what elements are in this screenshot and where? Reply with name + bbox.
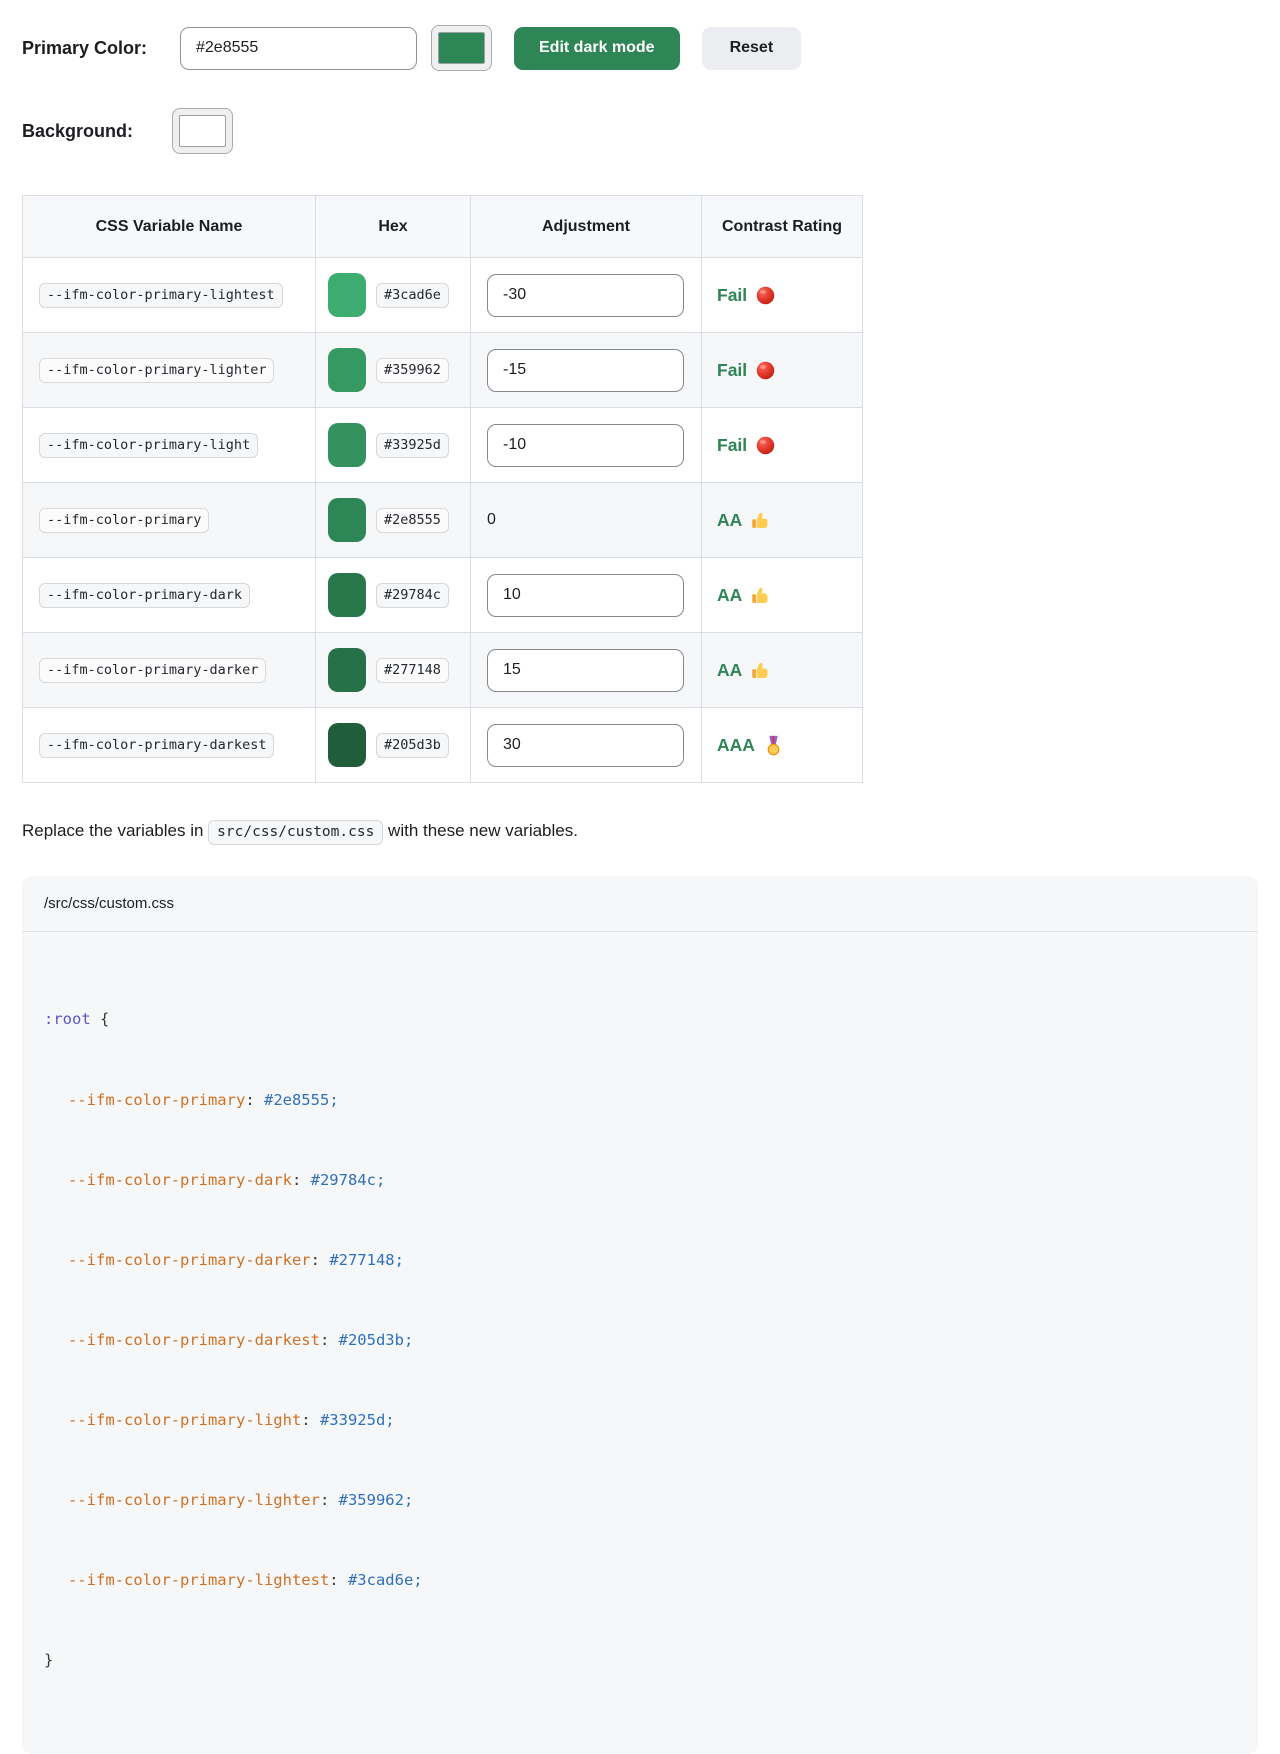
code-line-declaration: --ifm-color-primary-lighter: #359962;	[44, 1487, 1236, 1514]
hex-value-pill: #33925d	[376, 433, 449, 458]
variable-name-pill: --ifm-color-primary-lighter	[39, 358, 274, 383]
adjustment-input[interactable]	[487, 649, 684, 692]
color-swatch	[328, 573, 366, 617]
color-swatch	[328, 273, 366, 317]
variable-name-pill: --ifm-color-primary-darkest	[39, 733, 274, 758]
replace-note: Replace the variables in src/css/custom.…	[22, 820, 1258, 845]
code-line-declaration: --ifm-color-primary-darkest: #205d3b;	[44, 1327, 1236, 1354]
red-circle-icon	[755, 435, 776, 456]
color-swatch	[328, 423, 366, 467]
primary-color-row: Primary Color: Edit dark mode Reset	[22, 25, 1258, 71]
code-block: /src/css/custom.css :root { --ifm-color-…	[22, 876, 1258, 1754]
header-hex: Hex	[316, 196, 471, 258]
table-row: --ifm-color-primary-lighter #359962 Fail	[23, 333, 863, 408]
rating-label: Fail	[717, 285, 747, 306]
hex-value-pill: #359962	[376, 358, 449, 383]
rating-label: AA	[717, 585, 742, 606]
table-row: --ifm-color-primary-darkest #205d3b AAA	[23, 708, 863, 783]
red-circle-icon	[755, 285, 776, 306]
table-row: --ifm-color-primary-dark #29784c AA	[23, 558, 863, 633]
code-block-body: :root { --ifm-color-primary: #2e8555; --…	[22, 932, 1258, 1754]
thumbs-up-icon	[750, 510, 771, 531]
background-color-label: Background:	[22, 121, 158, 142]
code-block-title: /src/css/custom.css	[22, 876, 1258, 932]
variable-name-pill: --ifm-color-primary-lightest	[39, 283, 283, 308]
red-circle-icon	[755, 360, 776, 381]
hex-value-pill: #205d3b	[376, 733, 449, 758]
primary-color-swatch	[438, 32, 485, 64]
table-row: --ifm-color-primary #2e8555 0 AA	[23, 483, 863, 558]
rating-label: Fail	[717, 435, 747, 456]
header-css-variable-name: CSS Variable Name	[23, 196, 316, 258]
hex-value-pill: #2e8555	[376, 508, 449, 533]
variable-name-pill: --ifm-color-primary-light	[39, 433, 258, 458]
contrast-rating: AAA	[717, 735, 847, 756]
edit-dark-mode-button[interactable]: Edit dark mode	[514, 27, 680, 70]
adjustment-input[interactable]	[487, 349, 684, 392]
adjustment-input[interactable]	[487, 424, 684, 467]
adjustment-input[interactable]	[487, 724, 684, 767]
contrast-rating: AA	[717, 660, 847, 681]
rating-label: AA	[717, 660, 742, 681]
table-row: --ifm-color-primary-light #33925d Fail	[23, 408, 863, 483]
table-row: --ifm-color-primary-darker #277148 AA	[23, 633, 863, 708]
background-color-picker[interactable]	[172, 108, 233, 154]
color-swatch	[328, 723, 366, 767]
table-row: --ifm-color-primary-lightest #3cad6e Fai…	[23, 258, 863, 333]
primary-color-input[interactable]	[180, 27, 417, 70]
header-adjustment: Adjustment	[471, 196, 702, 258]
color-variables-table: CSS Variable Name Hex Adjustment Contras…	[22, 195, 863, 783]
variable-name-pill: --ifm-color-primary-dark	[39, 583, 250, 608]
code-line-declaration: --ifm-color-primary-light: #33925d;	[44, 1407, 1236, 1434]
code-line-root: :root {	[44, 1006, 1236, 1033]
primary-color-picker[interactable]	[431, 25, 492, 71]
contrast-rating: AA	[717, 510, 847, 531]
rating-label: AA	[717, 510, 742, 531]
rating-label: Fail	[717, 360, 747, 381]
thumbs-up-icon	[750, 585, 771, 606]
variable-name-pill: --ifm-color-primary-darker	[39, 658, 266, 683]
note-inline-code: src/css/custom.css	[208, 820, 383, 845]
code-line-declaration: --ifm-color-primary-lightest: #3cad6e;	[44, 1567, 1236, 1594]
header-contrast-rating: Contrast Rating	[702, 196, 863, 258]
color-swatch	[328, 348, 366, 392]
primary-color-label: Primary Color:	[22, 38, 180, 59]
note-text-after: with these new variables.	[383, 821, 578, 840]
color-swatch	[328, 648, 366, 692]
table-header-row: CSS Variable Name Hex Adjustment Contras…	[23, 196, 863, 258]
code-line-declaration: --ifm-color-primary: #2e8555;	[44, 1087, 1236, 1114]
background-color-swatch	[179, 115, 226, 147]
reset-button[interactable]: Reset	[702, 27, 802, 70]
thumbs-up-icon	[750, 660, 771, 681]
adjustment-input[interactable]	[487, 574, 684, 617]
contrast-rating: Fail	[717, 360, 847, 381]
background-color-row: Background:	[22, 108, 1258, 154]
code-line-declaration: --ifm-color-primary-darker: #277148;	[44, 1247, 1236, 1274]
code-line-close: }	[44, 1647, 1236, 1674]
note-text-before: Replace the variables in	[22, 821, 208, 840]
medal-icon	[763, 735, 784, 756]
contrast-rating: Fail	[717, 285, 847, 306]
adjustment-input[interactable]	[487, 274, 684, 317]
contrast-rating: AA	[717, 585, 847, 606]
hex-value-pill: #29784c	[376, 583, 449, 608]
code-line-declaration: --ifm-color-primary-dark: #29784c;	[44, 1167, 1236, 1194]
hex-value-pill: #3cad6e	[376, 283, 449, 308]
color-swatch	[328, 498, 366, 542]
adjustment-static-value: 0	[487, 511, 496, 528]
rating-label: AAA	[717, 735, 755, 756]
contrast-rating: Fail	[717, 435, 847, 456]
hex-value-pill: #277148	[376, 658, 449, 683]
variable-name-pill: --ifm-color-primary	[39, 508, 209, 533]
